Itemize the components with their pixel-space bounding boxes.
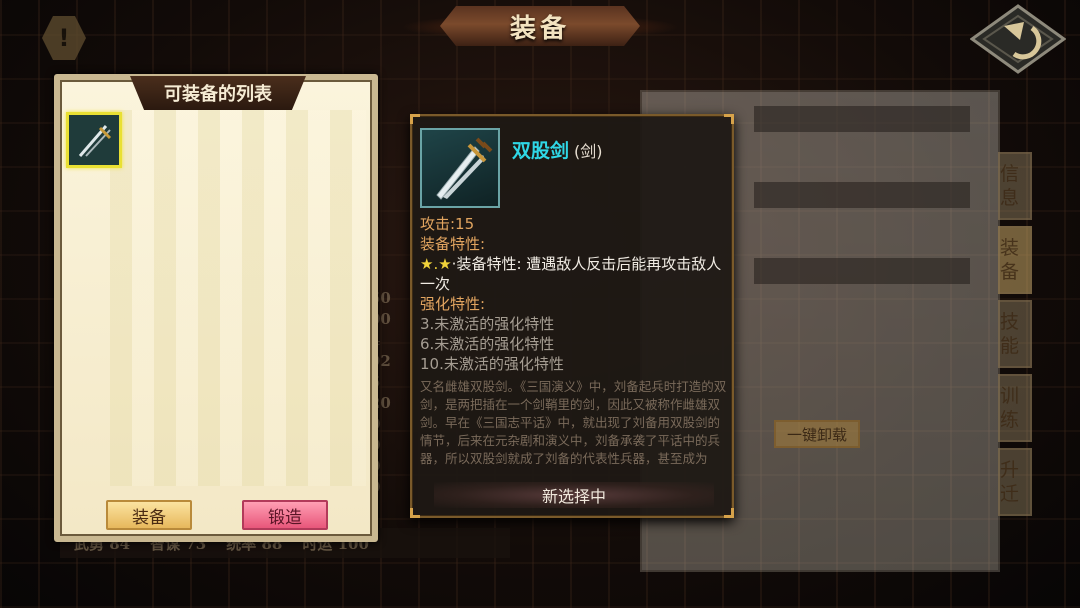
equip-slot-row [754, 258, 970, 284]
equip-button[interactable]: 装备 [106, 500, 192, 530]
tab-label: 升迁 [1000, 459, 1020, 505]
new-select-status: 新选择中 [434, 482, 714, 508]
item-slot-selected[interactable] [66, 112, 122, 168]
trait-text: ·装备特性: 遭遇敌人反击后能再攻击敌人一次 [420, 255, 722, 293]
title-banner: 装备 [440, 6, 640, 46]
equip-slot-row [754, 182, 970, 208]
weapon-portrait [420, 128, 500, 208]
detail-body: 攻击:15 装备特性: ★.★·装备特性: 遭遇敌人反击后能再攻击敌人一次 强化… [420, 214, 730, 374]
star-rating: ★.★ [420, 255, 452, 273]
equippable-list-panel: 可装备的列表 装备 锻造 [54, 74, 378, 542]
tab-promotion[interactable]: 升迁 [998, 448, 1032, 516]
tab-equipment[interactable]: 装备 [998, 226, 1032, 294]
attack-stat: 攻击:15 [420, 215, 475, 233]
corner-ornament [410, 114, 420, 124]
tab-label: 装备 [1000, 237, 1020, 283]
back-arrow-icon[interactable] [970, 4, 1066, 74]
tab-label: 信息 [1000, 163, 1020, 209]
trait-line: ★.★·装备特性: 遭遇敌人反击后能再攻击敌人一次 [420, 254, 730, 294]
list-title: 可装备的列表 [164, 84, 272, 105]
tab-info[interactable]: 信息 [998, 152, 1032, 220]
weapon-type: (剑) [574, 142, 603, 161]
tab-label: 技能 [1000, 311, 1020, 357]
corner-ornament [410, 508, 420, 518]
list-header: 可装备的列表 [130, 76, 306, 110]
corner-ornament [724, 508, 734, 518]
corner-ornament [724, 114, 734, 124]
tab-skills[interactable]: 技能 [998, 300, 1032, 368]
item-detail-panel: 双股剑 (剑) 攻击:15 装备特性: ★.★·装备特性: 遭遇敌人反击后能再攻… [410, 114, 734, 518]
enhance-item: 10.未激活的强化特性 [420, 355, 564, 373]
tab-label: 训练 [1000, 385, 1020, 431]
enhance-item: 6.未激活的强化特性 [420, 335, 555, 353]
weapon-name: 双股剑 [512, 140, 570, 162]
enhance-item: 3.未激活的强化特性 [420, 315, 555, 333]
sword-icon [436, 137, 493, 200]
page-title: 装备 [509, 13, 570, 44]
trait-heading: 装备特性: [420, 235, 486, 253]
forge-button[interactable]: 锻造 [242, 500, 328, 530]
enhance-heading: 强化特性: [420, 295, 486, 313]
lore-text: 又名雌雄双股剑。《三国演义》中，刘备起兵时打造的双剑，是两把插在一个剑鞘里的剑，… [420, 379, 727, 466]
unload-all-button[interactable]: 一键卸载 [774, 420, 860, 448]
list-background [110, 110, 366, 486]
sword-icon [78, 125, 112, 157]
tab-training[interactable]: 训练 [998, 374, 1032, 442]
equip-slot-row [754, 106, 970, 132]
